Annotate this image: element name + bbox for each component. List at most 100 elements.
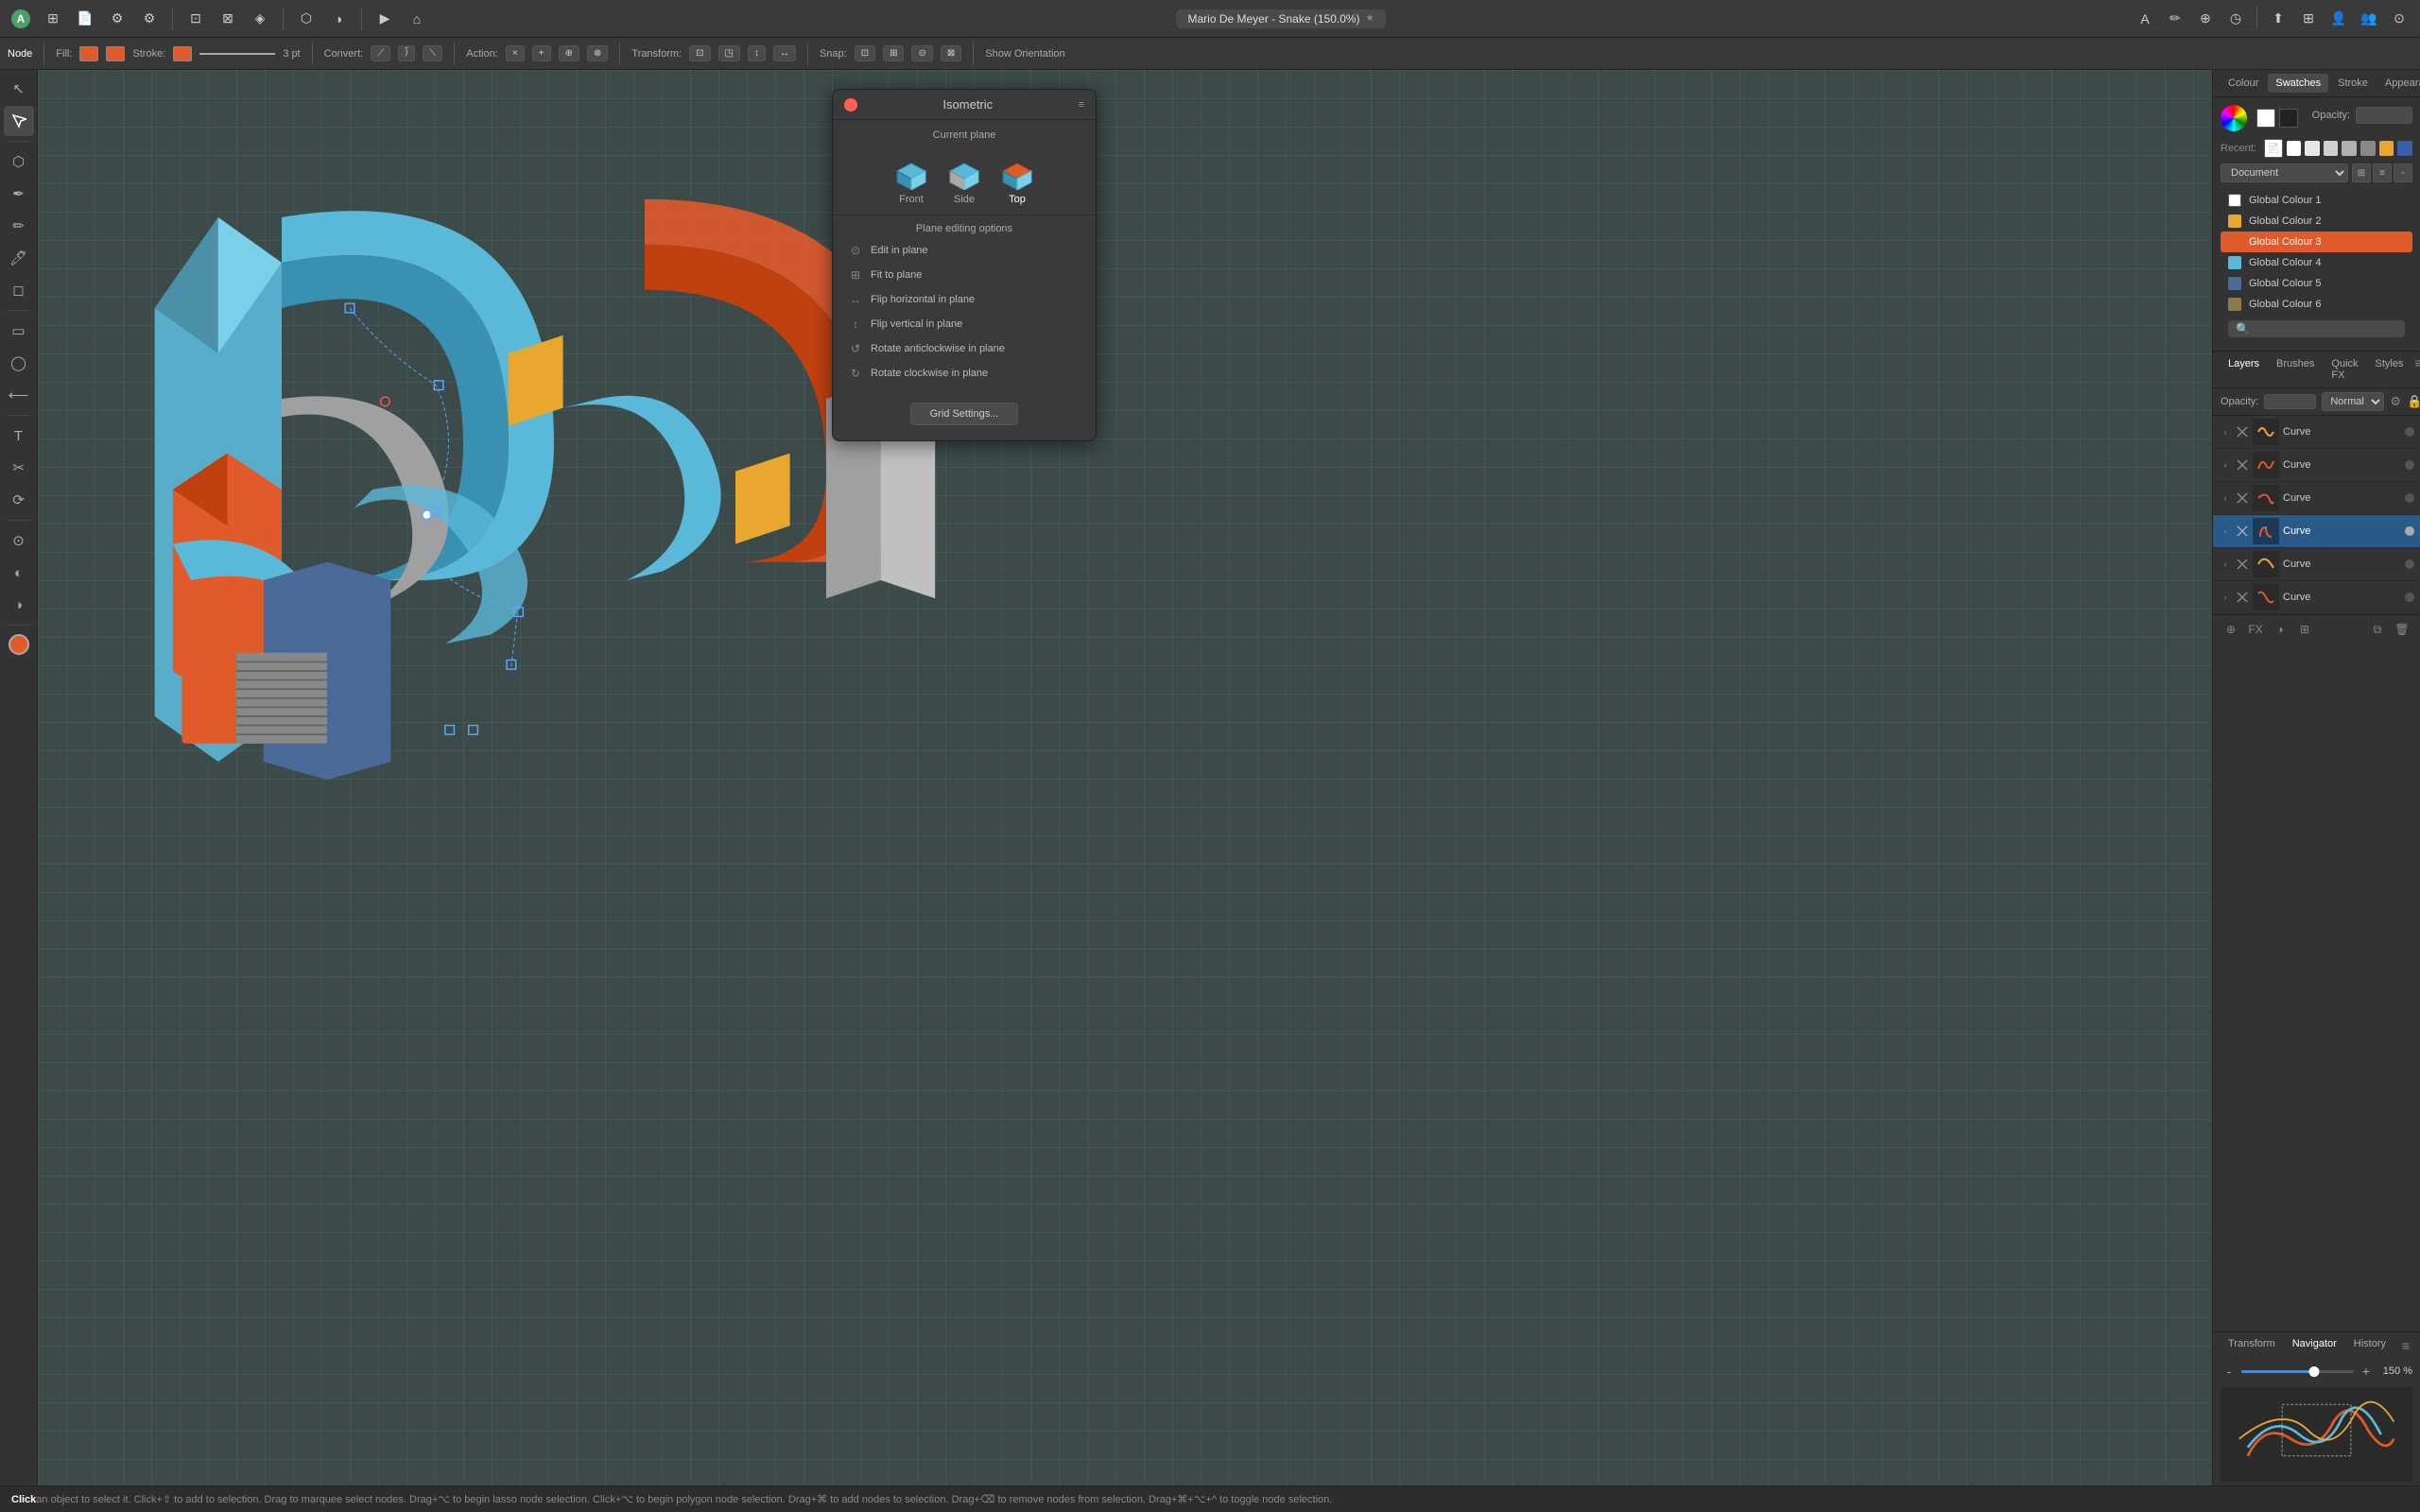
zoom-slider[interactable] <box>2241 1370 2354 1373</box>
recent-swatch-blue[interactable] <box>2397 141 2412 156</box>
eyedrop-tool[interactable]: ◐ <box>4 558 34 588</box>
color-tool-icon[interactable]: A <box>2132 6 2158 32</box>
node-tool[interactable] <box>4 106 34 136</box>
scissors-tool[interactable]: ✂ <box>4 453 34 483</box>
recent-swatch-white[interactable] <box>2287 141 2302 156</box>
snap-btn4[interactable]: ⊠ <box>941 45 961 61</box>
adjustment-icon[interactable]: ◑ <box>2270 619 2290 640</box>
home-icon[interactable]: ⌂ <box>404 6 430 32</box>
delete-layer-btn[interactable]: 🗑 <box>2392 619 2412 640</box>
grid-view-icon[interactable]: ⊡ <box>182 6 209 32</box>
add-icon[interactable]: ⊕ <box>2192 6 2219 32</box>
grid-settings-button[interactable]: Grid Settings... <box>910 403 1019 425</box>
nav-preview[interactable] <box>2221 1387 2412 1482</box>
group-icon[interactable]: ⊞ <box>2294 619 2315 640</box>
canvas-area[interactable]: Isometric ≡ Current plane <box>38 70 2212 1486</box>
snap-btn2[interactable]: ⊞ <box>883 45 904 61</box>
tab-quickfx[interactable]: Quick FX <box>2324 355 2365 384</box>
add-layer-btn[interactable]: ⊕ <box>2221 619 2241 640</box>
account-icon[interactable]: ⊙ <box>2386 6 2412 32</box>
nav-menu-btn[interactable]: ≡ <box>2399 1335 2412 1356</box>
doc-icon[interactable]: 📄 <box>72 6 98 32</box>
pen-tool-icon[interactable]: ✏ <box>2162 6 2188 32</box>
settings-icon2[interactable]: ⚙ <box>136 6 163 32</box>
recent-swatch-midgray[interactable] <box>2342 141 2357 156</box>
plane-front[interactable]: Front <box>892 152 930 205</box>
recent-swatch-drk[interactable] <box>2379 141 2394 156</box>
select-tool[interactable]: ↖ <box>4 74 34 104</box>
zoom-tool[interactable]: ⊙ <box>4 525 34 556</box>
layer-row-2[interactable]: › Curve <box>2213 449 2420 482</box>
transform-btn4[interactable]: ↔ <box>773 45 796 61</box>
color-circle[interactable] <box>9 634 29 655</box>
plane-side[interactable]: Side <box>945 152 983 205</box>
recent-doc-icon[interactable]: 📄 <box>2264 139 2283 158</box>
tab-navigator[interactable]: Navigator <box>2285 1335 2344 1356</box>
compare-icon[interactable]: ⊞ <box>2295 6 2322 32</box>
collab-icon[interactable]: 👥 <box>2356 6 2382 32</box>
view-small-btn[interactable]: ▫ <box>2394 163 2412 182</box>
tab-layers[interactable]: Layers <box>2221 355 2267 384</box>
pixel-icon[interactable]: ◈ <box>247 6 273 32</box>
global-color-1[interactable]: Global Colour 1 <box>2221 190 2412 211</box>
fx-icon[interactable]: FX <box>2245 619 2266 640</box>
gradient-tool[interactable]: ◑ <box>4 590 34 620</box>
gear-icon[interactable]: ⚙ <box>2390 394 2401 409</box>
user-icon[interactable]: 👤 <box>2325 6 2352 32</box>
expand-3[interactable]: › <box>2219 491 2232 505</box>
expand-6[interactable]: › <box>2219 591 2232 604</box>
transform-btn3[interactable]: ↕ <box>748 45 766 61</box>
view-list-btn[interactable]: ≡ <box>2373 163 2392 182</box>
action-btn3[interactable]: ⊕ <box>559 45 579 61</box>
layers-opacity-val[interactable]: 100 % <box>2264 394 2316 409</box>
action-btn4[interactable]: ⊗ <box>587 45 608 61</box>
corner-tool[interactable]: ⬡ <box>4 146 34 177</box>
settings-icon1[interactable]: ⚙ <box>104 6 130 32</box>
line-tool[interactable]: ⟵ <box>4 380 34 410</box>
tab-stroke[interactable]: Stroke <box>2330 74 2376 93</box>
zoom-out-btn[interactable]: - <box>2221 1363 2238 1380</box>
plane-top[interactable]: Top <box>998 152 1036 205</box>
duplicate-icon[interactable]: ⧉ <box>2367 619 2388 640</box>
fill-swatch[interactable] <box>106 46 125 61</box>
fit-to-plane-option[interactable]: ⊞ Fit to plane <box>833 263 1096 287</box>
action-btn1[interactable]: × <box>506 45 525 61</box>
flip-vertical-option[interactable]: ↕ Flip vertical in plane <box>833 312 1096 336</box>
layer-row-4[interactable]: › Curve <box>2213 515 2420 548</box>
layer-row-6[interactable]: › Curve <box>2213 581 2420 614</box>
panel-menu-btn[interactable]: ≡ <box>1079 99 1084 111</box>
edit-in-plane-option[interactable]: ⊙ Edit in plane <box>833 238 1096 263</box>
layer-row-3[interactable]: › Curve <box>2213 482 2420 515</box>
transform-btn2[interactable]: ◳ <box>718 45 740 61</box>
rotate-cw-option[interactable]: ↻ Rotate clockwise in plane <box>833 361 1096 386</box>
tab-colour[interactable]: Colour <box>2221 74 2266 93</box>
zoom-in-btn[interactable]: + <box>2358 1363 2375 1380</box>
recent-swatch-ltgray[interactable] <box>2305 141 2320 156</box>
snap-btn1[interactable]: ⊡ <box>855 45 875 61</box>
text-tool[interactable]: T <box>4 421 34 451</box>
black-swatch[interactable] <box>2279 109 2298 128</box>
document-title[interactable]: Mario De Meyer - Snake (150.0%) ★ <box>1176 9 1385 28</box>
curve-icon[interactable]: ◑ <box>325 6 352 32</box>
search-input[interactable] <box>2254 323 2397 335</box>
tab-history[interactable]: History <box>2346 1335 2394 1356</box>
document-select[interactable]: Document <box>2221 163 2348 182</box>
tab-appearance[interactable]: Appearance <box>2377 74 2420 93</box>
action-btn2[interactable]: + <box>532 45 551 61</box>
brush-tool[interactable]: 🖊 <box>4 243 34 273</box>
convert-btn1[interactable]: ⟋ <box>371 45 390 61</box>
layers-menu-btn[interactable]: ≡ <box>2414 355 2420 384</box>
grid-icon[interactable]: ⊞ <box>40 6 66 32</box>
color-wheel[interactable] <box>2221 105 2247 131</box>
recent-swatch-gray[interactable] <box>2324 141 2339 156</box>
panel-close-btn[interactable] <box>844 98 857 112</box>
flip-horizontal-option[interactable]: ↔ Flip horizontal in plane <box>833 287 1096 312</box>
global-color-4[interactable]: Global Colour 4 <box>2221 252 2412 273</box>
expand-5[interactable]: › <box>2219 558 2232 571</box>
clock-icon[interactable]: ◷ <box>2222 6 2249 32</box>
rect-tool[interactable]: ▭ <box>4 316 34 346</box>
transform-btn1[interactable]: ⊡ <box>689 45 710 61</box>
node-icon[interactable]: ⬡ <box>293 6 320 32</box>
tab-transform[interactable]: Transform <box>2221 1335 2283 1356</box>
app-icon[interactable]: A <box>8 6 34 32</box>
